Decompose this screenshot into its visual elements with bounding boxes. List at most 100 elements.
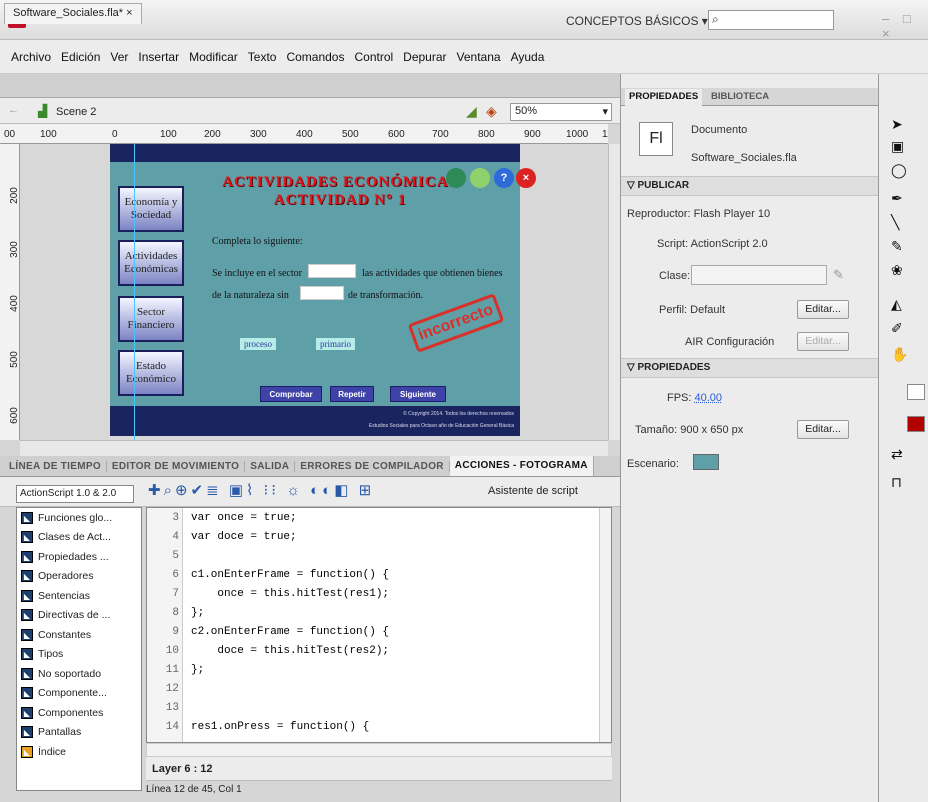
actions-toolbar-icons[interactable]: ✚⌕⊕✔≣ ▣⌇ ⁝⁝ ☼ ◐◐◧ ⊞ xyxy=(148,481,374,499)
zoom-select[interactable]: 50% ▾ xyxy=(510,103,612,121)
workspace-switcher[interactable]: CONCEPTOS BÁSICOS ▾ xyxy=(566,14,708,28)
list-item[interactable]: ◣ Funciones glo... xyxy=(17,508,141,528)
deco-tool-icon[interactable]: ❀ xyxy=(891,262,903,279)
sentence-part: Se incluye en el sector xyxy=(212,268,302,279)
pen-tool-icon[interactable]: ✒ xyxy=(891,190,903,207)
hand-tool-icon[interactable]: ✋ xyxy=(891,346,908,363)
pencil-icon[interactable]: ✎ xyxy=(833,267,844,283)
code-line[interactable]: }; xyxy=(191,607,204,619)
list-item[interactable]: ◣ Directivas de ... xyxy=(17,606,141,626)
lasso-icon[interactable]: ◯ xyxy=(891,162,907,179)
script-assistant-button[interactable]: Asistente de script xyxy=(488,485,578,497)
edit-air-button[interactable]: Editar... xyxy=(797,332,849,351)
nav-actividades-economicas[interactable]: Actividades Económicas xyxy=(118,240,184,286)
next-button[interactable]: Siguiente xyxy=(390,386,446,402)
tab-library[interactable]: BIBLIOTECA xyxy=(707,89,773,106)
free-transform-icon[interactable]: ▣ xyxy=(891,138,904,155)
tab-output[interactable]: SALIDA xyxy=(245,460,296,472)
menu-depurar[interactable]: Depurar xyxy=(398,50,451,64)
edit-symbol-icon[interactable]: ◈ xyxy=(486,103,497,120)
window-controls[interactable]: – □ × xyxy=(882,11,928,41)
line-tool-icon[interactable]: ╲ xyxy=(891,214,899,231)
menu-archivo[interactable]: Archivo xyxy=(6,50,56,64)
pencil-icon[interactable] xyxy=(470,168,490,188)
menu-comandos[interactable]: Comandos xyxy=(281,50,349,64)
fps-value[interactable]: 40.00 xyxy=(695,392,723,404)
code-line[interactable]: once = this.hitTest(res1); xyxy=(191,588,389,600)
nav-economia-sociedad[interactable]: Economía y Sociedad xyxy=(118,186,184,232)
edit-scene-icon[interactable]: ◢ xyxy=(466,103,477,120)
code-line[interactable]: }; xyxy=(191,664,204,676)
pencil-tool-icon[interactable]: ✎ xyxy=(891,238,903,255)
actions-toolbox[interactable]: ◣ Funciones glo... ◣ Clases de Act... ◣ Pro… xyxy=(16,507,142,791)
document-tab[interactable]: Software_Sociales.fla* × xyxy=(4,3,142,24)
code-line[interactable]: var once = true; xyxy=(191,512,297,524)
list-item[interactable]: ◣ Pantallas xyxy=(17,723,141,743)
fill-color-swatch[interactable] xyxy=(907,416,925,432)
list-item[interactable]: ◣ Índice xyxy=(17,742,141,762)
answer-blank-1[interactable] xyxy=(308,264,356,278)
code-line[interactable]: doce = this.hitTest(res2); xyxy=(191,645,389,657)
nav-estado-economico[interactable]: Estado Económico xyxy=(118,350,184,396)
code-line[interactable]: var doce = true; xyxy=(191,531,297,543)
tab-motion-editor[interactable]: EDITOR DE MOVIMIENTO xyxy=(107,460,246,472)
code-editor[interactable]: 3 var once = true; 4 var doce = true; 5 … xyxy=(146,507,612,743)
draggable-word[interactable]: proceso xyxy=(240,338,276,350)
list-item[interactable]: ◣ Componentes xyxy=(17,703,141,723)
back-arrow-icon[interactable]: ← xyxy=(8,104,19,116)
paint-bucket-icon[interactable]: ◭ xyxy=(891,296,902,313)
menu-modificar[interactable]: Modificar xyxy=(184,50,243,64)
edit-profile-button[interactable]: Editar... xyxy=(797,300,849,319)
close-icon[interactable]: × xyxy=(516,168,536,188)
stage-horizontal-scrollbar[interactable] xyxy=(20,440,608,456)
guide-line[interactable] xyxy=(134,144,135,440)
close-icon[interactable]: × xyxy=(126,7,132,19)
search-input[interactable] xyxy=(708,10,834,30)
check-button[interactable]: Comprobar xyxy=(260,386,322,402)
list-item[interactable]: ◣ Tipos xyxy=(17,645,141,665)
code-line[interactable]: c2.onEnterFrame = function() { xyxy=(191,626,389,638)
actionscript-version-select[interactable]: ActionScript 1.0 & 2.0 xyxy=(16,485,134,503)
code-line[interactable]: res1.onPress = function() { xyxy=(191,721,369,733)
swap-colors-icon[interactable]: ⇄ xyxy=(891,446,903,463)
layer-frame-tab[interactable]: Layer 6 : 12 xyxy=(152,763,213,775)
stage-color-swatch[interactable] xyxy=(693,454,719,470)
answer-blank-2[interactable] xyxy=(300,286,344,300)
menu-control[interactable]: Control xyxy=(349,50,398,64)
eyedropper-icon[interactable]: ✐ xyxy=(891,320,903,337)
selection-tool-icon[interactable]: ➤ xyxy=(891,116,903,133)
tab-properties[interactable]: PROPIEDADES xyxy=(625,89,703,106)
list-item[interactable]: ◣ Propiedades ... xyxy=(17,547,141,567)
properties-section-header[interactable]: ▽ PROPIEDADES xyxy=(621,358,879,378)
menu-ventana[interactable]: Ventana xyxy=(452,50,506,64)
class-field[interactable] xyxy=(691,265,827,285)
retry-button[interactable]: Repetir xyxy=(330,386,374,402)
publish-section-header[interactable]: ▽ PUBLICAR xyxy=(621,176,879,196)
draggable-word[interactable]: primario xyxy=(316,338,355,350)
tab-compiler-errors[interactable]: ERRORES DE COMPILADOR xyxy=(295,460,450,472)
list-item[interactable]: ◣ Componente... xyxy=(17,684,141,704)
list-item[interactable]: ◣ Sentencias xyxy=(17,586,141,606)
tab-timeline[interactable]: LÍNEA DE TIEMPO xyxy=(4,460,107,472)
tab-actions-frame[interactable]: ACCIONES - FOTOGRAMA xyxy=(449,456,594,476)
menu-edicion[interactable]: Edición xyxy=(56,50,105,64)
help-icon[interactable]: ? xyxy=(494,168,514,188)
stage[interactable]: ACTIVIDADES ECONÓMICAS ACTIVIDAD N° 1 ? … xyxy=(110,144,536,436)
code-vertical-scrollbar[interactable] xyxy=(599,508,611,742)
globe-icon[interactable] xyxy=(446,168,466,188)
menu-insertar[interactable]: Insertar xyxy=(133,50,184,64)
list-item[interactable]: ◣ No soportado xyxy=(17,664,141,684)
stroke-color-swatch[interactable] xyxy=(907,384,925,400)
snap-magnet-icon[interactable]: ⊓ xyxy=(891,474,902,491)
nav-sector-financiero[interactable]: Sector Financiero xyxy=(118,296,184,342)
list-item[interactable]: ◣ Clases de Act... xyxy=(17,528,141,548)
list-item[interactable]: ◣ Constantes xyxy=(17,625,141,645)
stage-area[interactable]: ACTIVIDADES ECONÓMICAS ACTIVIDAD N° 1 ? … xyxy=(20,144,608,440)
list-item[interactable]: ◣ Operadores xyxy=(17,567,141,587)
edit-size-button[interactable]: Editar... xyxy=(797,420,849,439)
code-horizontal-scrollbar[interactable] xyxy=(146,743,612,757)
menu-ayuda[interactable]: Ayuda xyxy=(506,50,550,64)
code-line[interactable]: c1.onEnterFrame = function() { xyxy=(191,569,389,581)
menu-texto[interactable]: Texto xyxy=(243,50,282,64)
menu-ver[interactable]: Ver xyxy=(105,50,133,64)
